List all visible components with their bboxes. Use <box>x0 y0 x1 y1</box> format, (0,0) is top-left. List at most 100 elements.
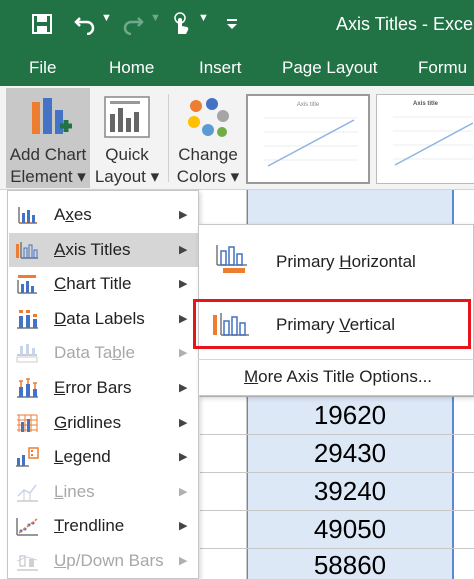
undo-dropdown-icon[interactable]: ▼ <box>101 12 112 24</box>
menu-item-lines: Lines ▶ <box>9 475 198 509</box>
label-part: orizontal <box>351 252 416 271</box>
menu-item-error-bars[interactable]: Error Bars ▶ <box>9 371 198 405</box>
submenu-arrow-icon: ▶ <box>179 312 188 325</box>
submenu-divider <box>198 359 474 360</box>
save-icon[interactable] <box>28 10 56 38</box>
add-chart-element-label-2: Element ▾ <box>10 167 86 186</box>
touch-dropdown-icon[interactable]: ▼ <box>198 12 209 24</box>
more-axis-title-options-item[interactable]: More Axis Title Options... <box>201 363 471 393</box>
menu-item-label: Data Table <box>54 343 135 363</box>
change-colors-label-1: Change <box>178 145 238 164</box>
label-part: ridlines <box>67 412 122 432</box>
chart-style-1[interactable]: Axis title <box>246 94 370 184</box>
label-part: ore Axis Title Options... <box>258 367 433 386</box>
error-bars-icon <box>17 378 38 398</box>
label-part: G <box>54 412 68 432</box>
axis-titles-icon <box>16 241 38 259</box>
menu-item-label: Chart Title <box>54 274 131 294</box>
redo-icon <box>120 10 146 38</box>
primary-horizontal-label: Primary Horizontal <box>276 252 416 272</box>
data-table-icon <box>16 344 38 363</box>
cell-value[interactable]: 58860 <box>248 550 452 579</box>
label-part: le <box>121 343 135 363</box>
cell-value[interactable]: 29430 <box>248 438 452 469</box>
label-part: rendline <box>63 516 125 536</box>
label-part: H <box>339 252 352 271</box>
submenu-arrow-icon: ▶ <box>179 347 188 360</box>
label-part: p/Down Bars <box>66 551 164 570</box>
grid-line <box>200 510 474 511</box>
label-part: U <box>54 551 67 570</box>
menu-item-axes[interactable]: Axes ▶ <box>9 198 198 232</box>
menu-item-gridlines[interactable]: Gridlines ▶ <box>9 406 198 440</box>
touch-mode-icon[interactable] <box>168 10 194 38</box>
redo-dropdown-icon: ▼ <box>150 12 161 24</box>
label-part: x <box>65 205 74 224</box>
label-part: b <box>112 343 122 363</box>
submenu-arrow-icon: ▶ <box>179 485 188 498</box>
up-down-bars-icon <box>16 555 38 571</box>
more-axis-title-options-label: More Axis Title Options... <box>244 367 432 387</box>
highlight-box <box>193 299 471 349</box>
menu-item-axis-titles[interactable]: Axis Titles ▶ <box>9 232 198 267</box>
tab-file[interactable]: File <box>29 58 56 78</box>
tab-insert[interactable]: Insert <box>199 58 242 78</box>
label-part: xis Titles <box>65 239 131 259</box>
chart-style-2-title: Axis title <box>412 101 438 107</box>
title-bar: ▼ ▼ ▼ Axis Titles - Excel <box>0 0 474 52</box>
menu-item-label: Error Bars <box>54 378 131 398</box>
menu-item-data-labels[interactable]: Data Labels ▶ <box>9 302 198 336</box>
gridlines-icon <box>17 414 38 432</box>
chart-style-2[interactable]: Axis title <box>376 94 474 184</box>
add-chart-element-button[interactable]: Add Chart Element ▾ <box>6 88 90 188</box>
document-title: Axis Titles - Excel <box>336 14 474 34</box>
cell-value[interactable]: 39240 <box>248 476 452 507</box>
submenu-arrow-icon: ▶ <box>179 278 188 291</box>
label-part: rror Bars <box>65 378 132 397</box>
tab-home[interactable]: Home <box>109 58 154 78</box>
menu-item-label: Up/Down Bars <box>54 551 164 571</box>
quick-layout-button[interactable]: Quick Layout ▾ <box>92 88 162 188</box>
cell-value[interactable]: 19620 <box>248 400 452 431</box>
grid-line <box>200 434 474 435</box>
label-part: es <box>73 205 92 224</box>
menu-item-label: Axes <box>54 205 92 225</box>
tab-formulas[interactable]: Formu <box>418 58 467 78</box>
menu-item-legend[interactable]: Legend ▶ <box>9 440 198 474</box>
menu-item-label: Trendline <box>54 516 124 536</box>
change-colors-label-2: Colors ▾ <box>176 167 240 186</box>
tab-page-layout[interactable]: Page Layout <box>282 58 377 78</box>
add-chart-element-menu: Axes ▶ Axis Titles ▶ Chart Title ▶ Data Labels… <box>7 190 199 579</box>
legend-icon <box>16 447 39 467</box>
axes-icon <box>18 207 37 224</box>
label-part: ines <box>63 481 95 501</box>
submenu-arrow-icon: ▶ <box>179 451 188 464</box>
submenu-arrow-icon: ▶ <box>179 209 188 221</box>
label-part: M <box>244 367 259 386</box>
undo-icon[interactable] <box>72 10 98 38</box>
menu-item-data-table: Data Table ▶ <box>9 336 198 370</box>
lines-icon <box>17 484 38 502</box>
menu-item-label: Legend <box>54 447 111 467</box>
grid-line <box>200 472 474 473</box>
label-part: ata Labels <box>66 308 145 328</box>
label-part: D <box>54 308 67 328</box>
menu-item-trendline[interactable]: Trendline ▶ <box>9 509 198 543</box>
add-chart-element-icon <box>32 98 72 134</box>
menu-item-chart-title[interactable]: Chart Title ▶ <box>9 267 198 301</box>
menu-item-label: Data Labels <box>54 309 145 329</box>
change-colors-button[interactable]: Change Colors ▾ <box>174 88 242 188</box>
label-part: A <box>54 239 66 259</box>
label-part: Data Ta <box>54 343 113 363</box>
label-part: T <box>54 516 64 536</box>
submenu-arrow-icon: ▶ <box>179 382 188 394</box>
change-colors-icon <box>188 98 229 137</box>
label-part: hart Title <box>66 274 132 294</box>
customize-qat-icon[interactable] <box>222 10 242 38</box>
ribbon-separator <box>168 94 169 182</box>
submenu-arrow-icon: ▶ <box>179 555 188 567</box>
ribbon: Add Chart Element ▾ Quick Layout ▾ Chang… <box>0 86 474 190</box>
primary-horizontal-item[interactable]: Primary Horizontal <box>201 225 471 297</box>
cell-value[interactable]: 49050 <box>248 514 452 545</box>
ribbon-tabs: File Home Insert Page Layout Formu <box>0 52 474 86</box>
